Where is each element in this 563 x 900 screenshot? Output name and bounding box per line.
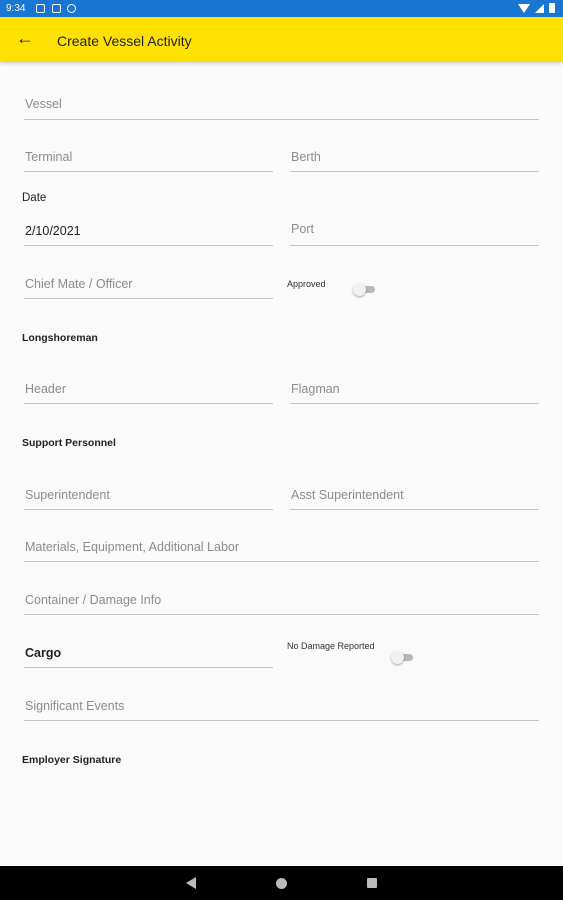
header-field[interactable]: Header [24,377,273,404]
status-time: 9:34 [6,3,26,14]
signal-icon [535,3,544,13]
vessel-placeholder: Vessel [25,97,62,111]
port-field[interactable]: Port [290,217,539,246]
container-damage-placeholder: Container / Damage Info [25,593,162,607]
asst-superintendent-placeholder: Asst Superintendent [291,488,404,502]
no-damage-label: No Damage Reported [287,641,375,651]
berth-placeholder: Berth [291,150,321,164]
berth-field[interactable]: Berth [290,145,539,172]
approved-toggle[interactable] [353,283,377,296]
app-bar: ← Create Vessel Activity [0,17,563,62]
significant-events-field[interactable]: Significant Events [24,693,539,721]
superintendent-placeholder: Superintendent [25,488,110,502]
significant-events-placeholder: Significant Events [25,699,125,713]
chief-mate-placeholder: Chief Mate / Officer [25,277,133,291]
nav-back-icon[interactable] [186,877,196,889]
container-damage-field[interactable]: Container / Damage Info [24,588,539,615]
materials-field[interactable]: Materials, Equipment, Additional Labor [24,535,539,562]
nav-recents-icon[interactable] [367,878,377,888]
status-bar: 9:34 [0,0,563,17]
support-personnel-label: Support Personnel [22,437,116,449]
sync-icon [67,4,76,13]
employer-signature-label: Employer Signature [22,754,122,766]
approved-toggle-thumb [353,283,366,296]
approved-label: Approved [287,279,326,289]
cargo-field[interactable]: Cargo [24,641,273,668]
battery-icon [549,3,555,13]
cargo-value: Cargo [25,646,62,660]
superintendent-field[interactable]: Superintendent [24,483,273,510]
chief-mate-field[interactable]: Chief Mate / Officer [24,272,273,299]
notification-icon [36,4,45,13]
wifi-icon [518,3,530,13]
asst-superintendent-field[interactable]: Asst Superintendent [290,483,539,510]
date-field[interactable]: 2/10/2021 [24,219,273,246]
date-value: 2/10/2021 [25,224,81,238]
flagman-field[interactable]: Flagman [290,377,539,404]
navigation-bar [0,866,563,900]
page-title: Create Vessel Activity [57,33,192,49]
back-arrow-icon[interactable]: ← [16,29,34,47]
vessel-field[interactable]: Vessel [24,92,539,120]
no-damage-toggle[interactable] [391,651,415,664]
materials-placeholder: Materials, Equipment, Additional Labor [25,540,240,554]
port-placeholder: Port [291,222,314,236]
header-placeholder: Header [25,382,66,396]
date-label: Date [22,192,47,204]
flagman-placeholder: Flagman [291,382,340,396]
terminal-field[interactable]: Terminal [24,145,273,172]
longshoreman-label: Longshoreman [22,332,98,344]
no-damage-toggle-thumb [391,651,404,664]
sim-icon [52,4,61,13]
nav-home-icon[interactable] [276,878,287,889]
terminal-placeholder: Terminal [25,150,73,164]
